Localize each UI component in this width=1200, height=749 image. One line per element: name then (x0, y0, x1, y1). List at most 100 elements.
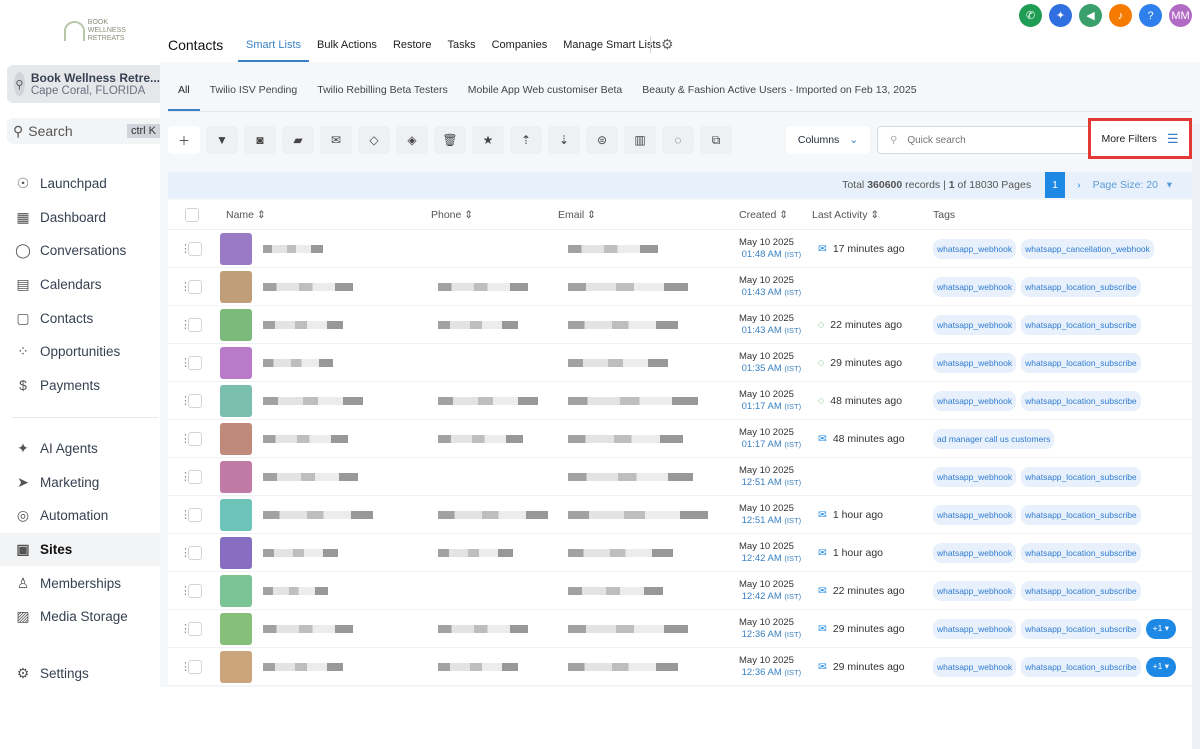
smart-list-tab[interactable]: Twilio ISV Pending (200, 82, 308, 112)
contact-name-blurred[interactable] (263, 358, 333, 367)
sidebar-item-conversations[interactable]: ◯ Conversations (0, 234, 160, 268)
tag-chip[interactable]: whatsapp_cancellation_webhook (1021, 238, 1154, 259)
drag-handle-icon[interactable]: ⋮ (180, 242, 191, 255)
more-filters-button[interactable]: More Filters ☰ (1088, 118, 1192, 159)
row-checkbox[interactable] (188, 621, 202, 636)
review-icon[interactable]: ⊜ (586, 126, 618, 154)
tag-chip[interactable]: whatsapp_location_subscribe (1021, 390, 1141, 411)
table-row[interactable]: ⋮ May 10 2025 01:17 AM (IST) ◌ 48 minutes … (168, 382, 1192, 420)
megaphone-icon[interactable]: ◀ (1079, 4, 1102, 27)
tag-chip[interactable]: whatsapp_location_subscribe (1021, 314, 1141, 335)
col-last-activity[interactable]: Last Activity ⇕ (812, 209, 879, 221)
page-size-select[interactable]: Page Size: 20 ▾ (1093, 179, 1172, 191)
row-checkbox[interactable] (188, 469, 202, 484)
tab-bulk-actions[interactable]: Bulk Actions (309, 39, 385, 62)
tag-chip[interactable]: whatsapp_location_subscribe (1021, 542, 1141, 563)
row-checkbox[interactable] (188, 241, 202, 256)
sidebar-item-opportunities[interactable]: ⁘ Opportunities (0, 335, 160, 369)
company-icon[interactable]: ▥ (624, 126, 656, 154)
sidebar-item-marketing[interactable]: ➤ Marketing (0, 466, 160, 500)
tag-chip[interactable]: whatsapp_location_subscribe (1021, 466, 1141, 487)
message-icon[interactable]: ▰ (282, 126, 314, 154)
col-created[interactable]: Created ⇕ (739, 209, 788, 221)
smart-list-tab[interactable]: Mobile App Web customiser Beta (458, 82, 632, 112)
quick-search-input[interactable] (907, 134, 1058, 146)
table-row[interactable]: ⋮ May 10 2025 01:43 AM (IST) whatsapp_web… (168, 268, 1192, 306)
drag-handle-icon[interactable]: ⋮ (180, 356, 191, 369)
scrollbar[interactable] (1192, 124, 1200, 749)
quick-search[interactable]: ⚲ (877, 126, 1097, 154)
launch-icon[interactable]: ✦ (1049, 4, 1072, 27)
sidebar-item-calendars[interactable]: ▤ Calendars (0, 268, 160, 302)
account-switcher[interactable]: ⚲ Book Wellness Retre... Cape Coral, FLO… (7, 65, 160, 103)
tag-chip[interactable]: whatsapp_webhook (933, 352, 1017, 373)
contact-name-blurred[interactable] (263, 282, 353, 291)
tag-chip[interactable]: whatsapp_webhook (933, 314, 1017, 335)
tab-tasks[interactable]: Tasks (439, 39, 483, 62)
sidebar-item-contacts[interactable]: ▢ Contacts (0, 301, 160, 335)
col-email[interactable]: Email ⇕ (558, 209, 596, 221)
filter-icon[interactable]: ▼ (206, 126, 238, 154)
whatsapp-icon[interactable]: ◌ (662, 126, 694, 154)
columns-button[interactable]: Columns ⌄ (786, 126, 870, 154)
drag-handle-icon[interactable]: ⋮ (180, 584, 191, 597)
tag-chip[interactable]: whatsapp_location_subscribe (1021, 504, 1141, 525)
sidebar-search[interactable]: ⚲ Search ctrl K (7, 118, 160, 144)
settings-gear-icon[interactable]: ⚙ (650, 36, 674, 53)
phone-icon[interactable]: ✆ (1019, 4, 1042, 27)
contact-name-blurred[interactable] (263, 548, 338, 557)
row-checkbox[interactable] (188, 393, 202, 408)
row-checkbox[interactable] (188, 507, 202, 522)
more-tags-button[interactable]: +1 ▾ (1145, 656, 1176, 677)
row-checkbox[interactable] (188, 355, 202, 370)
add-tag-icon[interactable]: ◇ (358, 126, 390, 154)
contact-name-blurred[interactable] (263, 434, 348, 443)
sidebar-item-launchpad[interactable]: ☉ Launchpad (0, 167, 160, 201)
contact-name-blurred[interactable] (263, 472, 358, 481)
tab-restore[interactable]: Restore (385, 39, 440, 62)
tag-chip[interactable]: whatsapp_location_subscribe (1021, 276, 1141, 297)
more-tags-button[interactable]: +1 ▾ (1145, 618, 1176, 639)
table-row[interactable]: ⋮ May 10 2025 12:51 AM (IST) whatsapp_web… (168, 458, 1192, 496)
tag-chip[interactable]: whatsapp_location_subscribe (1021, 352, 1141, 373)
sidebar-item-memberships[interactable]: ♙ Memberships (0, 566, 160, 600)
bot-icon[interactable]: ◙ (244, 126, 276, 154)
table-row[interactable]: ⋮ May 10 2025 01:43 AM (IST) ◌ 22 minutes … (168, 306, 1192, 344)
table-row[interactable]: ⋮ May 10 2025 12:42 AM (IST) ✉ 22 minutes … (168, 572, 1192, 610)
duplicate-icon[interactable]: ⧉ (700, 126, 732, 154)
export-icon[interactable]: ⇡ (510, 126, 542, 154)
tag-chip[interactable]: whatsapp_webhook (933, 542, 1017, 563)
drag-handle-icon[interactable]: ⋮ (180, 470, 191, 483)
smart-list-tab[interactable]: Beauty & Fashion Active Users - Imported… (632, 82, 926, 112)
table-row[interactable]: ⋮ May 10 2025 12:36 AM (IST) ✉ 29 minutes … (168, 610, 1192, 648)
tag-chip[interactable]: whatsapp_webhook (933, 390, 1017, 411)
table-row[interactable]: ⋮ May 10 2025 12:42 AM (IST) ✉ 1 hour ago w… (168, 534, 1192, 572)
sidebar-item-settings[interactable]: ⚙ Settings (0, 657, 160, 691)
table-row[interactable]: ⋮ May 10 2025 12:36 AM (IST) ✉ 29 minutes … (168, 648, 1192, 686)
tag-chip[interactable]: whatsapp_webhook (933, 580, 1017, 601)
drag-handle-icon[interactable]: ⋮ (180, 394, 191, 407)
contact-name-blurred[interactable] (263, 396, 363, 405)
next-page-icon[interactable]: › (1077, 179, 1081, 191)
sidebar-item-dashboard[interactable]: ▦ Dashboard (0, 201, 160, 235)
col-name[interactable]: Name ⇕ (226, 209, 266, 221)
row-checkbox[interactable] (188, 279, 202, 294)
smart-list-tab[interactable]: All (168, 82, 200, 112)
tag-chip[interactable]: whatsapp_webhook (933, 238, 1017, 259)
tab-smart-lists[interactable]: Smart Lists (238, 39, 310, 62)
row-checkbox[interactable] (188, 431, 202, 446)
tag-chip[interactable]: whatsapp_location_subscribe (1021, 618, 1141, 639)
table-row[interactable]: ⋮ May 10 2025 01:48 AM (IST) ✉ 17 minutes … (168, 230, 1192, 268)
drag-handle-icon[interactable]: ⋮ (180, 318, 191, 331)
table-row[interactable]: ⋮ May 10 2025 01:35 AM (IST) ◌ 29 minutes … (168, 344, 1192, 382)
drag-handle-icon[interactable]: ⋮ (180, 508, 191, 521)
table-row[interactable]: ⋮ May 10 2025 01:17 AM (IST) ✉ 48 minutes … (168, 420, 1192, 458)
sidebar-item-sites[interactable]: ▣ Sites (0, 532, 160, 567)
email-icon[interactable]: ✉ (320, 126, 352, 154)
col-phone[interactable]: Phone ⇕ (431, 209, 473, 221)
contact-name-blurred[interactable] (263, 662, 343, 671)
import-icon[interactable]: ⇣ (548, 126, 580, 154)
user-avatar[interactable]: MM (1169, 4, 1192, 27)
tag-chip[interactable]: ad manager call us customers (933, 428, 1055, 449)
tag-chip[interactable]: whatsapp_location_subscribe (1021, 580, 1141, 601)
